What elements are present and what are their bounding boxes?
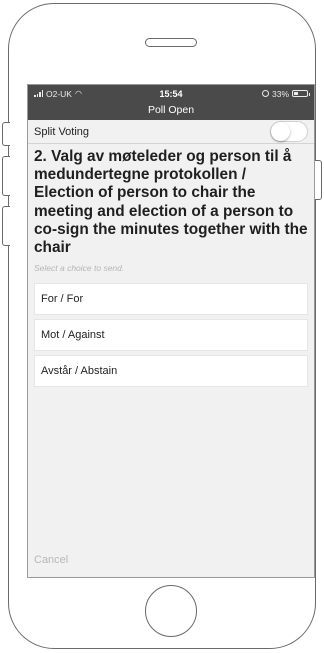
split-voting-toggle[interactable] (270, 121, 308, 142)
mute-switch (2, 122, 10, 146)
wifi-icon: ◠ (74, 89, 82, 98)
carrier-label: O2-UK (46, 88, 72, 99)
cancel-button[interactable]: Cancel (34, 554, 68, 566)
alarm-icon (261, 90, 269, 97)
split-voting-label: Split Voting (34, 125, 90, 138)
status-left: O2-UK ◠ (34, 89, 114, 99)
status-time: 15:54 (159, 88, 183, 99)
battery-icon (292, 90, 310, 97)
toggle-knob (271, 122, 290, 141)
volume-down-button (2, 206, 10, 246)
poll-question: 2. Valg av møteleder og person til å med… (34, 148, 308, 257)
earpiece-speaker (145, 38, 197, 47)
choice-hint: Select a choice to send. (34, 263, 125, 274)
battery-percent: 33% (271, 88, 289, 99)
choice-against-button[interactable]: Mot / Against (34, 319, 308, 352)
volume-up-button (2, 156, 10, 196)
choice-list: For / For Mot / Against Avstår / Abstain (28, 273, 314, 388)
home-button[interactable] (145, 585, 197, 637)
choice-abstain-button[interactable]: Avstår / Abstain (34, 355, 308, 388)
split-voting-row: Split Voting (28, 120, 314, 144)
app-screen: O2-UK ◠ 15:54 33% Poll Open Split Voting… (27, 84, 315, 578)
power-button (314, 160, 322, 200)
choice-for-button[interactable]: For / For (34, 283, 308, 316)
signal-icon (34, 90, 43, 97)
nav-title: Poll Open (28, 102, 314, 120)
status-right: 33% (228, 88, 310, 99)
status-bar: O2-UK ◠ 15:54 33% (28, 85, 314, 102)
